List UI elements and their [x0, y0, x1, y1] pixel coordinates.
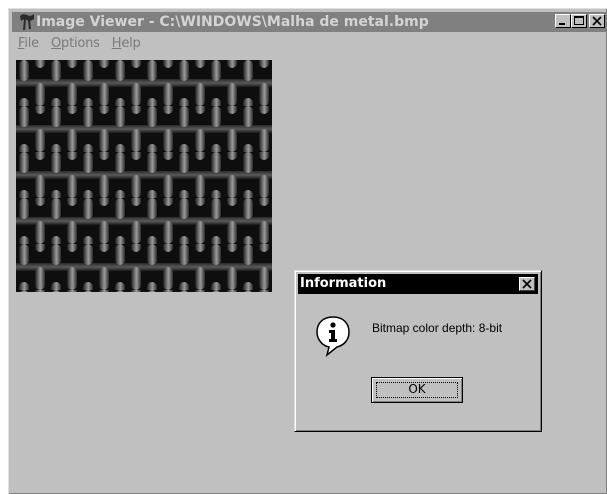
window-title: Image Viewer - C:\WINDOWS\Malha de metal… — [36, 14, 429, 30]
maximize-icon — [574, 16, 584, 25]
bitmap-image — [16, 60, 272, 292]
menu-file[interactable]: File — [12, 34, 45, 54]
titlebar-buttons — [555, 14, 605, 30]
minimize-icon — [559, 23, 565, 25]
dialog-message: Bitmap color depth: 8-bit — [372, 321, 503, 335]
menu-options-accel: O — [50, 36, 62, 51]
close-icon — [522, 279, 532, 289]
ok-button-label: OK — [408, 382, 426, 396]
image-viewer-window: Image Viewer - C:\WINDOWS\Malha de metal… — [8, 8, 607, 494]
close-icon — [592, 16, 602, 26]
dialog-titlebar[interactable]: Information — [298, 274, 538, 294]
image-viewer-app-icon — [20, 14, 34, 30]
window-titlebar[interactable]: Image Viewer - C:\WINDOWS\Malha de metal… — [12, 12, 607, 32]
dialog-close-button[interactable] — [519, 277, 535, 291]
menu-help-accel: H — [111, 36, 122, 51]
menu-file-label: ile — [24, 36, 39, 51]
dialog-title: Information — [300, 276, 387, 291]
menu-help-label: elp — [121, 36, 141, 51]
information-icon — [316, 316, 350, 357]
menu-help[interactable]: Help — [106, 34, 147, 54]
information-dialog: Information Bitmap color depth: 8-bit OK — [294, 270, 542, 432]
minimize-button[interactable] — [555, 14, 571, 28]
metal-mesh-bitmap — [16, 60, 272, 292]
ok-button[interactable]: OK — [371, 377, 463, 403]
menu-options-label: ptions — [61, 36, 100, 51]
menu-bar: File Options Help — [12, 34, 147, 54]
maximize-button[interactable] — [571, 14, 587, 28]
menu-options[interactable]: Options — [45, 34, 106, 54]
close-button[interactable] — [589, 14, 605, 28]
